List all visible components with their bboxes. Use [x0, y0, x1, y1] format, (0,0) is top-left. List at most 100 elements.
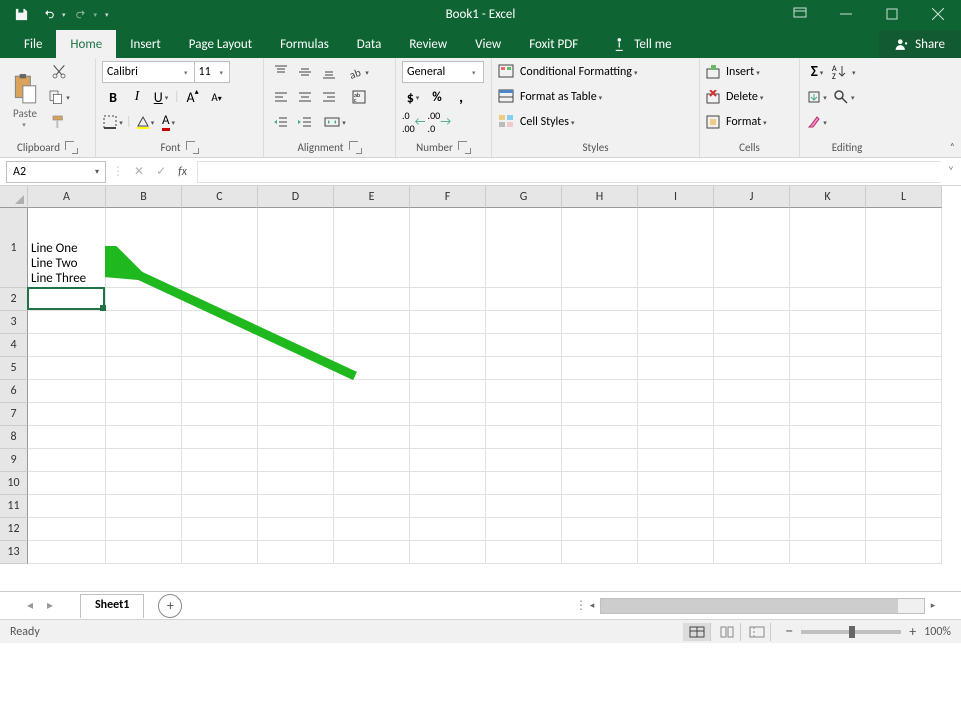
cell-L12[interactable] — [866, 518, 942, 541]
cell-F13[interactable] — [410, 541, 486, 564]
cell-A12[interactable] — [28, 518, 106, 541]
font-color-button[interactable]: A — [158, 111, 180, 133]
cell-C6[interactable] — [182, 380, 258, 403]
view-page-break[interactable] — [743, 623, 771, 641]
format-painter-button[interactable] — [48, 111, 70, 133]
cell-B6[interactable] — [106, 380, 182, 403]
zoom-level[interactable]: 100% — [924, 625, 951, 639]
align-bottom[interactable] — [318, 61, 340, 83]
cell-K13[interactable] — [790, 541, 866, 564]
cell-C4[interactable] — [182, 334, 258, 357]
row-header-3[interactable]: 3 — [0, 311, 28, 334]
row-header-5[interactable]: 5 — [0, 357, 28, 380]
tellme-box[interactable]: Tell me — [600, 30, 685, 58]
cell-C2[interactable] — [182, 288, 258, 311]
cell-B5[interactable] — [106, 357, 182, 380]
cell-G10[interactable] — [486, 472, 562, 495]
cell-I8[interactable] — [638, 426, 714, 449]
redo-dropdown-icon[interactable]: ▾ — [94, 10, 98, 19]
clear-button[interactable] — [806, 111, 828, 133]
share-button[interactable]: Share — [879, 30, 961, 58]
cell-K6[interactable] — [790, 380, 866, 403]
cell-J7[interactable] — [714, 403, 790, 426]
cell-H13[interactable] — [562, 541, 638, 564]
cell-J5[interactable] — [714, 357, 790, 380]
increase-decimal-button[interactable]: .0.00← — [402, 111, 426, 133]
col-header-H[interactable]: H — [562, 186, 638, 208]
cell-H8[interactable] — [562, 426, 638, 449]
cell-K9[interactable] — [790, 449, 866, 472]
cell-B3[interactable] — [106, 311, 182, 334]
cell-E8[interactable] — [334, 426, 410, 449]
number-format-dropdown-icon[interactable]: ▾ — [472, 68, 476, 77]
cell-I12[interactable] — [638, 518, 714, 541]
maximize-button[interactable] — [869, 0, 915, 28]
cell-C8[interactable] — [182, 426, 258, 449]
cell-A3[interactable] — [28, 311, 106, 334]
cell-K2[interactable] — [790, 288, 866, 311]
cell-J8[interactable] — [714, 426, 790, 449]
cell-F6[interactable] — [410, 380, 486, 403]
tab-file[interactable]: File — [10, 30, 56, 58]
cell-K7[interactable] — [790, 403, 866, 426]
cell-K3[interactable] — [790, 311, 866, 334]
cell-J1[interactable] — [714, 208, 790, 288]
wrap-text-button[interactable]: abc — [348, 86, 370, 108]
cell-F1[interactable] — [410, 208, 486, 288]
font-name-dropdown-icon[interactable]: ▾ — [184, 68, 188, 77]
zoom-out[interactable]: − — [785, 622, 793, 641]
row-header-4[interactable]: 4 — [0, 334, 28, 357]
col-header-E[interactable]: E — [334, 186, 410, 208]
hscroll-right[interactable]: ▸ — [925, 600, 941, 611]
paste-button[interactable]: Paste ▾ — [6, 61, 44, 129]
cell-A9[interactable] — [28, 449, 106, 472]
new-sheet-button[interactable]: + — [158, 594, 182, 618]
cell-K5[interactable] — [790, 357, 866, 380]
col-header-D[interactable]: D — [258, 186, 334, 208]
minimize-button[interactable] — [823, 0, 869, 28]
cell-I11[interactable] — [638, 495, 714, 518]
close-button[interactable] — [915, 0, 961, 28]
cell-H3[interactable] — [562, 311, 638, 334]
cell-H9[interactable] — [562, 449, 638, 472]
cell-G4[interactable] — [486, 334, 562, 357]
cell-H11[interactable] — [562, 495, 638, 518]
clipboard-dialog-launcher[interactable] — [66, 142, 78, 154]
cell-D8[interactable] — [258, 426, 334, 449]
tab-data[interactable]: Data — [343, 30, 396, 58]
cell-A13[interactable] — [28, 541, 106, 564]
cell-J13[interactable] — [714, 541, 790, 564]
cell-K4[interactable] — [790, 334, 866, 357]
cell-B4[interactable] — [106, 334, 182, 357]
cell-E12[interactable] — [334, 518, 410, 541]
cell-A6[interactable] — [28, 380, 106, 403]
row-header-11[interactable]: 11 — [0, 495, 28, 518]
cell-J10[interactable] — [714, 472, 790, 495]
merge-center-button[interactable] — [324, 111, 346, 133]
font-size-dropdown-icon[interactable]: ▾ — [220, 68, 224, 77]
cell-B10[interactable] — [106, 472, 182, 495]
cell-B2[interactable] — [106, 288, 182, 311]
cell-E6[interactable] — [334, 380, 410, 403]
cell-H10[interactable] — [562, 472, 638, 495]
view-page-layout[interactable] — [713, 623, 741, 641]
tab-view[interactable]: View — [461, 30, 515, 58]
cell-A11[interactable] — [28, 495, 106, 518]
cell-L9[interactable] — [866, 449, 942, 472]
cell-A4[interactable] — [28, 334, 106, 357]
currency-button[interactable]: $ — [402, 86, 424, 108]
cancel-formula-icon[interactable]: ✕ — [134, 164, 144, 179]
cell-H6[interactable] — [562, 380, 638, 403]
cell-G13[interactable] — [486, 541, 562, 564]
col-header-G[interactable]: G — [486, 186, 562, 208]
cell-C11[interactable] — [182, 495, 258, 518]
delete-cells-button[interactable]: Delete — [706, 86, 793, 108]
cell-I9[interactable] — [638, 449, 714, 472]
select-all-corner[interactable] — [0, 186, 28, 208]
align-right[interactable] — [318, 86, 340, 108]
cell-I2[interactable] — [638, 288, 714, 311]
col-header-A[interactable]: A — [28, 186, 106, 208]
align-left[interactable] — [270, 86, 292, 108]
cell-B8[interactable] — [106, 426, 182, 449]
borders-button[interactable] — [102, 111, 124, 133]
